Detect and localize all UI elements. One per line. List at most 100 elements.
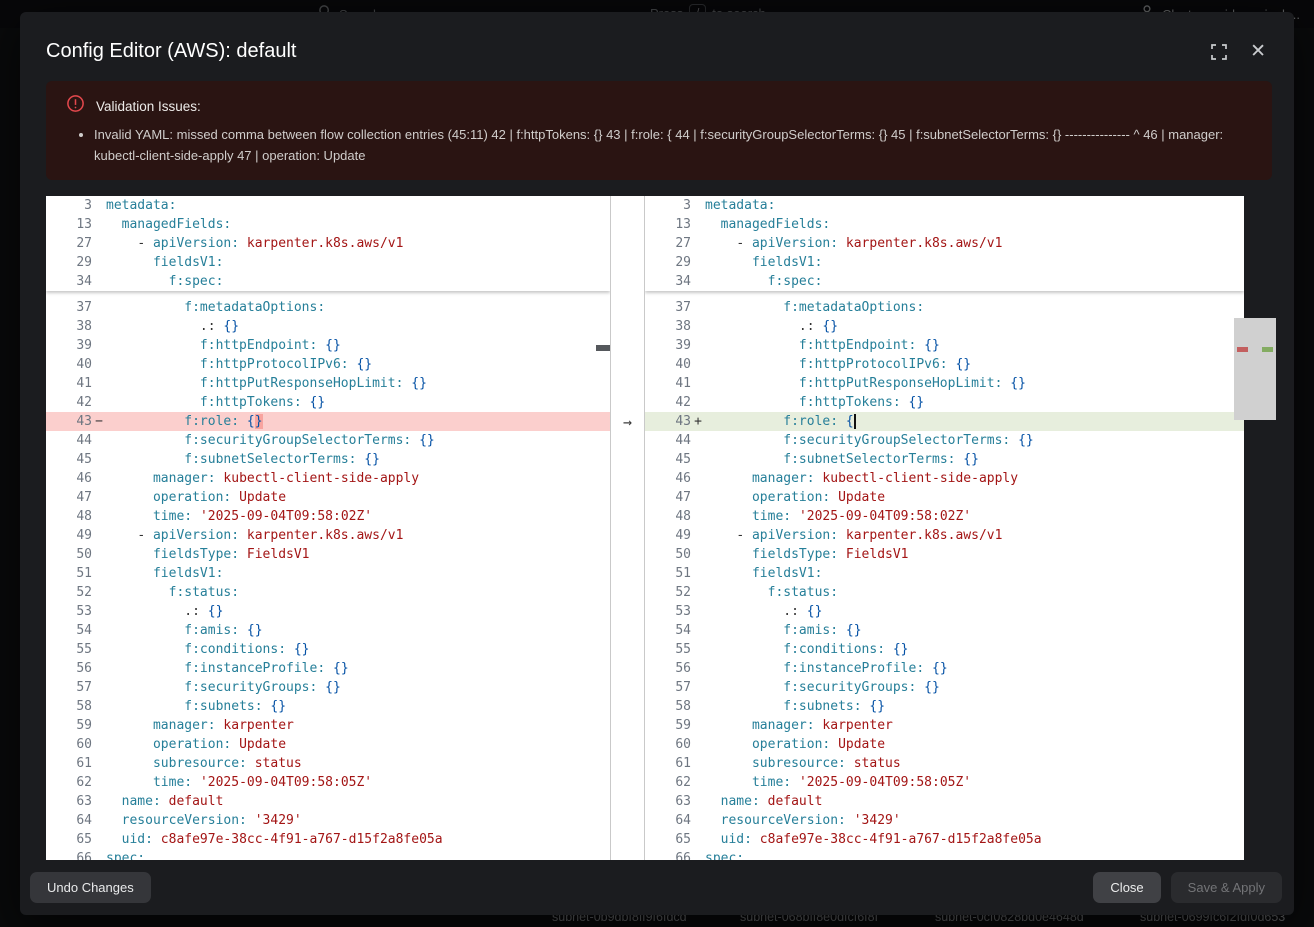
code-line[interactable]: 66spec: — [46, 849, 610, 860]
code-line[interactable]: 40 f:httpProtocolIPv6: {} — [46, 355, 610, 374]
code-line[interactable]: 38 .: {} — [46, 317, 610, 336]
code-line[interactable]: 60 operation: Update — [46, 735, 610, 754]
code-line[interactable]: 41 f:httpPutResponseHopLimit: {} — [46, 374, 610, 393]
code-line[interactable]: 47 operation: Update — [645, 488, 1244, 507]
code-line[interactable]: 45 f:subnetSelectorTerms: {} — [46, 450, 610, 469]
code-line[interactable]: 34 f:spec: — [645, 272, 1244, 291]
close-dialog-button[interactable]: Close — [1093, 872, 1160, 903]
code-token: {} — [955, 357, 971, 372]
code-token — [799, 604, 807, 619]
code-line[interactable]: 48 time: '2025-09-04T09:58:02Z' — [46, 507, 610, 526]
code-line[interactable]: 46 manager: kubectl-client-side-apply — [46, 469, 610, 488]
code-line[interactable]: 60 operation: Update — [645, 735, 1244, 754]
code-line[interactable]: 52 f:status: — [645, 583, 1244, 602]
undo-changes-button[interactable]: Undo Changes — [30, 872, 151, 903]
code-line[interactable]: 59 manager: karpenter — [645, 716, 1244, 735]
code-line[interactable]: 66spec: — [645, 849, 1244, 860]
code-line[interactable]: 64 resourceVersion: '3429' — [46, 811, 610, 830]
code-token: f:httpPutResponseHopLimit: — [200, 376, 404, 391]
code-line[interactable]: 51 fieldsV1: — [46, 564, 610, 583]
code-line[interactable]: 13 managedFields: — [46, 215, 610, 234]
code-line[interactable]: 47 operation: Update — [46, 488, 610, 507]
line-number: 55 — [46, 640, 92, 659]
code-line[interactable]: 62 time: '2025-09-04T09:58:05Z' — [46, 773, 610, 792]
save-apply-button[interactable]: Save & Apply — [1171, 872, 1282, 903]
code-line[interactable]: 39 f:httpEndpoint: {} — [645, 336, 1244, 355]
code-line[interactable]: 62 time: '2025-09-04T09:58:05Z' — [645, 773, 1244, 792]
diff-pane-original[interactable]: 3metadata:13 managedFields:27 - apiVersi… — [46, 196, 611, 860]
code-line[interactable]: 56 f:instanceProfile: {} — [645, 659, 1244, 678]
dialog-header: Config Editor (AWS): default ✕ — [20, 12, 1294, 81]
code-line[interactable]: 42 f:httpTokens: {} — [46, 393, 610, 412]
code-area[interactable]: 37 f:metadataOptions:38 .: {}39 f:httpEn… — [645, 291, 1244, 860]
code-token — [106, 661, 184, 676]
code-token: default — [169, 794, 224, 809]
code-line[interactable]: 37 f:metadataOptions: — [46, 298, 610, 317]
code-line[interactable]: 53 .: {} — [645, 602, 1244, 621]
code-line[interactable]: 41 f:httpPutResponseHopLimit: {} — [645, 374, 1244, 393]
code-line[interactable]: 3metadata: — [46, 196, 610, 215]
code-line[interactable]: 63 name: default — [645, 792, 1244, 811]
line-number: 38 — [46, 317, 92, 336]
code-line[interactable]: 29 fieldsV1: — [46, 253, 610, 272]
code-line[interactable]: 44 f:securityGroupSelectorTerms: {} — [46, 431, 610, 450]
code-line[interactable]: 49 - apiVersion: karpenter.k8s.aws/v1 — [46, 526, 610, 545]
code-line[interactable]: 50 fieldsType: FieldsV1 — [46, 545, 610, 564]
code-line[interactable]: 37 f:metadataOptions: — [645, 298, 1244, 317]
code-token — [838, 236, 846, 251]
code-line[interactable]: 55 f:conditions: {} — [46, 640, 610, 659]
code-line[interactable]: 42 f:httpTokens: {} — [645, 393, 1244, 412]
code-line[interactable]: 3metadata: — [645, 196, 1244, 215]
line-number: 13 — [645, 215, 691, 234]
code-line[interactable]: 57 f:securityGroups: {} — [46, 678, 610, 697]
code-line[interactable]: 63 name: default — [46, 792, 610, 811]
code-line[interactable]: 43+ f:role: { — [645, 412, 1244, 431]
overview-ruler-scrollbar[interactable] — [1234, 318, 1276, 420]
diff-editor: 3metadata:13 managedFields:27 - apiVersi… — [46, 196, 1244, 860]
code-line[interactable]: 38 .: {} — [645, 317, 1244, 336]
code-line[interactable]: 29 fieldsV1: — [645, 253, 1244, 272]
code-line[interactable]: 64 resourceVersion: '3429' — [645, 811, 1244, 830]
code-token — [302, 395, 310, 410]
code-area[interactable]: 37 f:metadataOptions:38 .: {}39 f:httpEn… — [46, 291, 610, 860]
code-token: fieldsV1: — [752, 566, 822, 581]
code-line[interactable]: 27 - apiVersion: karpenter.k8s.aws/v1 — [645, 234, 1244, 253]
close-button[interactable]: ✕ — [1248, 41, 1268, 63]
code-line[interactable]: 51 fieldsV1: — [645, 564, 1244, 583]
code-line[interactable]: 13 managedFields: — [645, 215, 1244, 234]
revert-change-arrow-icon[interactable]: → — [611, 412, 644, 431]
diff-pane-modified[interactable]: 3metadata:13 managedFields:27 - apiVersi… — [644, 196, 1244, 860]
code-token: - — [736, 528, 752, 543]
code-line[interactable]: 45 f:subnetSelectorTerms: {} — [645, 450, 1244, 469]
code-line[interactable]: 53 .: {} — [46, 602, 610, 621]
code-line[interactable]: 50 fieldsType: FieldsV1 — [645, 545, 1244, 564]
code-line[interactable]: 59 manager: karpenter — [46, 716, 610, 735]
code-line[interactable]: 65 uid: c8afe97e-38cc-4f91-a767-d15f2a8f… — [46, 830, 610, 849]
code-line[interactable]: 65 uid: c8afe97e-38cc-4f91-a767-d15f2a8f… — [645, 830, 1244, 849]
code-line[interactable]: 40 f:httpProtocolIPv6: {} — [645, 355, 1244, 374]
code-line[interactable]: 54 f:amis: {} — [46, 621, 610, 640]
code-line[interactable]: 44 f:securityGroupSelectorTerms: {} — [645, 431, 1244, 450]
fullscreen-button[interactable] — [1208, 41, 1230, 63]
code-line[interactable]: 43− f:role: {} — [46, 412, 610, 431]
code-line[interactable]: 61 subresource: status — [46, 754, 610, 773]
code-line[interactable]: 27 - apiVersion: karpenter.k8s.aws/v1 — [46, 234, 610, 253]
error-icon — [66, 94, 85, 118]
code-line[interactable]: 49 - apiVersion: karpenter.k8s.aws/v1 — [645, 526, 1244, 545]
code-line[interactable]: 54 f:amis: {} — [645, 621, 1244, 640]
code-line[interactable]: 61 subresource: status — [645, 754, 1244, 773]
line-number: 60 — [645, 735, 691, 754]
code-line[interactable]: 56 f:instanceProfile: {} — [46, 659, 610, 678]
code-line[interactable]: 58 f:subnets: {} — [46, 697, 610, 716]
code-line[interactable]: 52 f:status: — [46, 583, 610, 602]
code-line[interactable]: 46 manager: kubectl-client-side-apply — [645, 469, 1244, 488]
code-line[interactable]: 55 f:conditions: {} — [645, 640, 1244, 659]
code-line[interactable]: 39 f:httpEndpoint: {} — [46, 336, 610, 355]
code-line[interactable]: 57 f:securityGroups: {} — [645, 678, 1244, 697]
code-token: '2025-09-04T09:58:02Z' — [200, 509, 372, 524]
code-line[interactable]: 34 f:spec: — [46, 272, 610, 291]
validation-title: Validation Issues: — [96, 99, 201, 114]
code-line[interactable]: 58 f:subnets: {} — [645, 697, 1244, 716]
code-token — [705, 642, 783, 657]
code-line[interactable]: 48 time: '2025-09-04T09:58:02Z' — [645, 507, 1244, 526]
